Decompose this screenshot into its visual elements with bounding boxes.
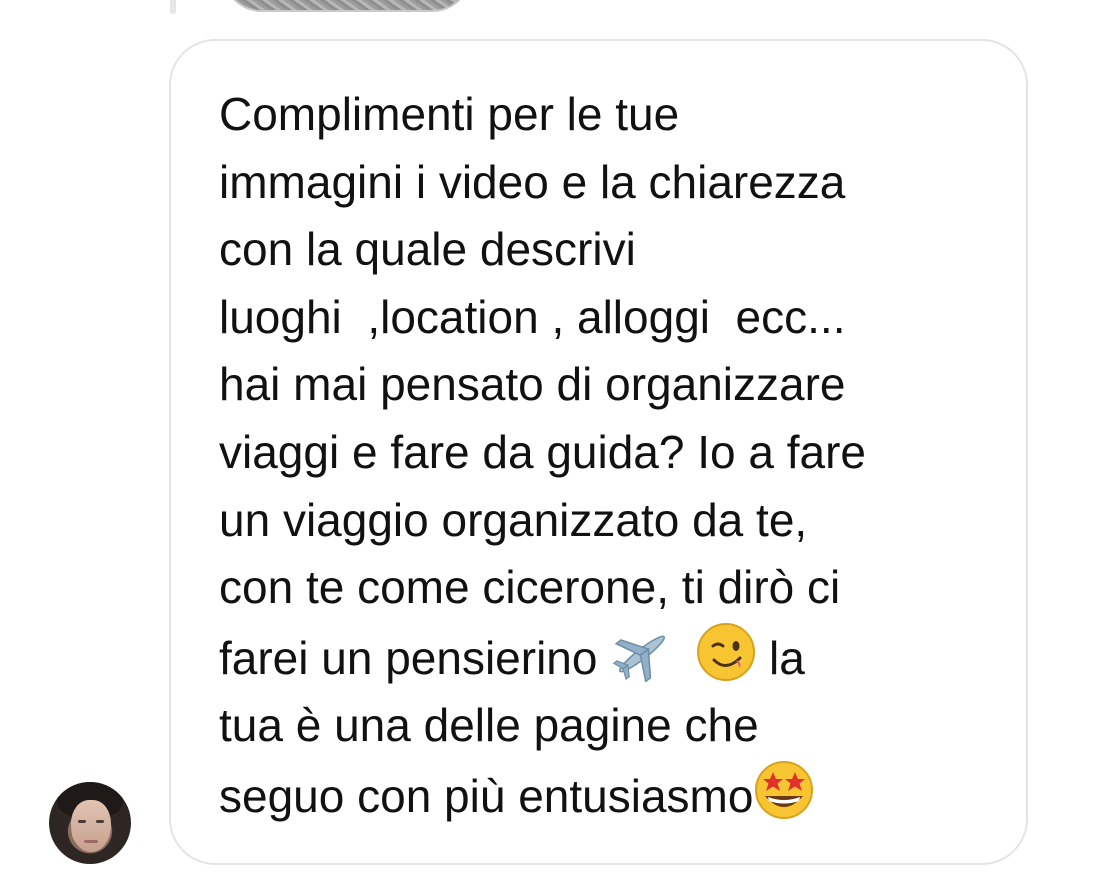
avatar-mouth (84, 840, 98, 843)
message-line: un viaggio organizzato da te, (219, 493, 808, 546)
message-line-text: farei un pensierino (219, 631, 611, 684)
message-line: luoghi ,location , alloggi ecc... (219, 290, 846, 343)
star-struck-face-icon (753, 760, 815, 820)
message-line-text: seguo con più entusiasmo (219, 769, 754, 822)
message-line-with-emojis: farei un pensierino la (219, 622, 979, 693)
message-line: con la quale descrivi (219, 223, 636, 276)
message-line-with-emoji: seguo con più entusiasmo (219, 760, 979, 831)
message-line: viaggi e fare da guida? Io a fare (219, 425, 867, 478)
avatar-eye-right (96, 820, 104, 823)
message-bubble[interactable]: Complimenti per le tue immagini i video … (169, 39, 1028, 865)
message-line-tail: la (756, 631, 805, 684)
avatar-face (71, 800, 111, 852)
message-row: Complimenti per le tue immagini i video … (0, 0, 1095, 889)
message-line: immagini i video e la chiarezza (219, 155, 846, 208)
message-line: con te come cicerone, ti dirò ci (219, 561, 841, 614)
sender-avatar[interactable] (49, 782, 131, 864)
avatar-eye-left (78, 820, 86, 823)
message-line: tua è una delle pagine che (219, 699, 759, 752)
airplane-icon (610, 622, 674, 682)
winking-face-icon (696, 622, 756, 682)
message-line: hai mai pensato di organizzare (219, 358, 846, 411)
message-line: Complimenti per le tue (219, 88, 680, 140)
message-text: Complimenti per le tue immagini i video … (219, 81, 979, 831)
